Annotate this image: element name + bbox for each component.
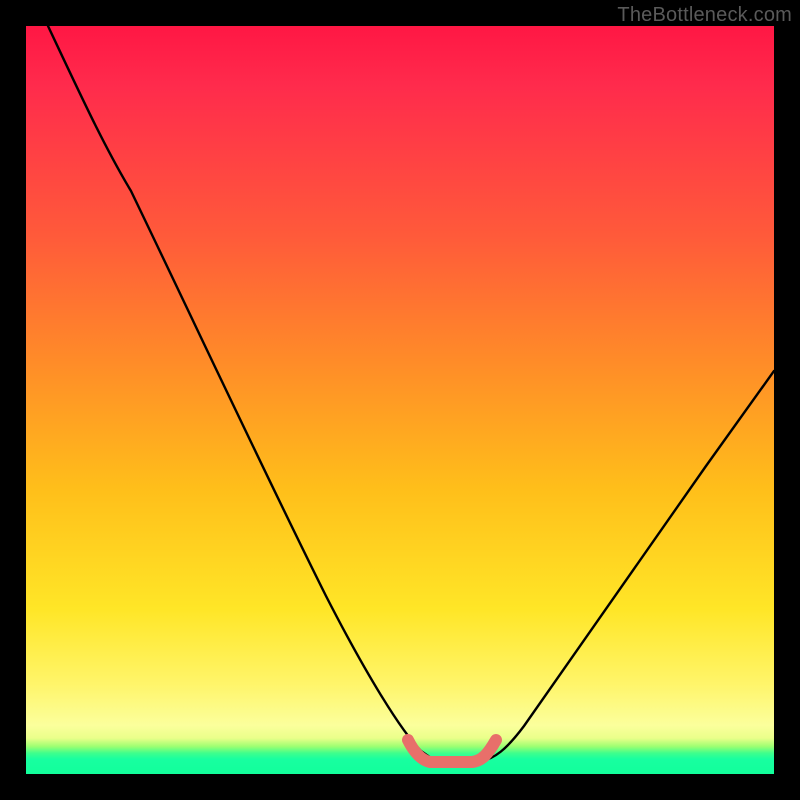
chart-frame: TheBottleneck.com [0,0,800,800]
curve-path [48,26,774,762]
plot-area [26,26,774,774]
valley-notch [408,740,496,762]
watermark-text: TheBottleneck.com [617,4,792,27]
bottleneck-curve [26,26,774,774]
